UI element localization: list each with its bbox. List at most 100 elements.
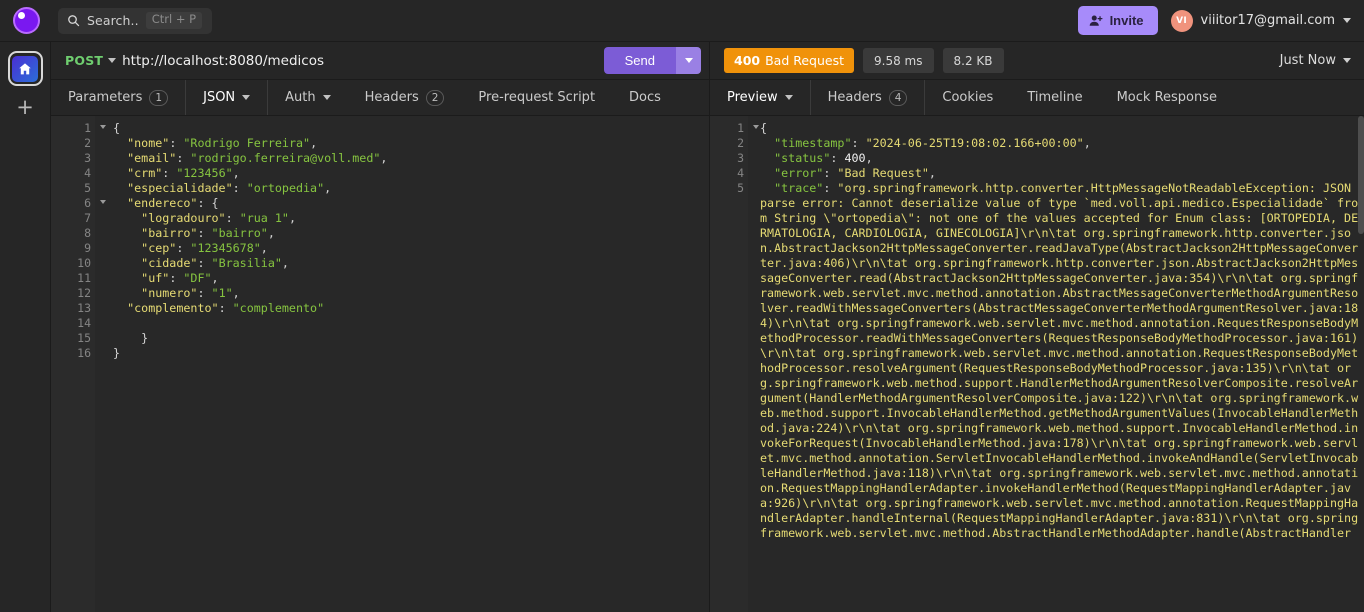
response-timing-label: Just Now (1279, 53, 1336, 68)
response-time: 9.58 ms (863, 48, 934, 73)
search-shortcut-hint: Ctrl + P (145, 12, 203, 29)
line-number: 7 (84, 211, 91, 225)
line-number: 8 (84, 226, 91, 240)
line-number: 11 (77, 271, 91, 285)
tab-badge: 4 (888, 89, 908, 106)
response-body-viewer[interactable]: 12345 { "timestamp": "2024-06-25T19:08:0… (710, 116, 1364, 612)
api-client-window: Search.. Ctrl + P Invite VI viiitor17@gm… (0, 0, 1364, 612)
tab-label: Parameters (68, 90, 143, 105)
add-collection-button[interactable]: + (16, 97, 34, 118)
chevron-down-icon (1343, 18, 1351, 23)
request-response-split: POST http://localhost:8080/medicos Send … (51, 42, 1364, 612)
tab-label: Mock Response (1116, 90, 1218, 105)
tab-label: Auth (285, 90, 316, 105)
line-number: 14 (77, 316, 91, 330)
status-text: Bad Request (765, 53, 845, 68)
tab-timeline[interactable]: Timeline (1010, 80, 1099, 115)
line-number: 13 (77, 301, 91, 315)
tab-parameters[interactable]: Parameters 1 (51, 80, 185, 115)
request-body-editor[interactable]: 1 2 3 4 5 6 7 8 9 10 11 12 13 14 15 16 { "nome": "Rodri… (51, 116, 709, 612)
tab-label: Timeline (1027, 90, 1083, 105)
chevron-down-icon (684, 58, 693, 63)
line-number: 4 (84, 166, 91, 180)
line-number: 15 (77, 331, 91, 345)
line-number: 3 (737, 151, 744, 165)
thunder-client-logo-icon (12, 7, 40, 34)
account-menu[interactable]: VI viiitor17@gmail.com (1170, 9, 1351, 32)
send-button-group: Send (603, 47, 701, 74)
tab-preview[interactable]: Preview (710, 80, 810, 115)
tab-cookies[interactable]: Cookies (924, 80, 1010, 115)
home-tile (12, 55, 38, 82)
tab-pre-request-script[interactable]: Pre-request Script (461, 80, 612, 115)
tab-label: Pre-request Script (478, 90, 596, 105)
response-size: 8.2 KB (942, 48, 1004, 73)
avatar: VI (1170, 9, 1193, 32)
sidebar-item-home[interactable] (7, 51, 43, 86)
fold-arrow-icon[interactable] (100, 125, 106, 129)
line-number: 1 (710, 121, 759, 136)
line-number: 5 (84, 181, 91, 195)
response-status-bar: 400 Bad Request 9.58 ms 8.2 KB Just Now (710, 42, 1364, 80)
app-header: Search.. Ctrl + P Invite VI viiitor17@gm… (0, 0, 1364, 42)
request-pane: POST http://localhost:8080/medicos Send … (51, 42, 710, 612)
response-scrollbar[interactable] (1358, 116, 1364, 612)
fold-arrow-icon[interactable] (753, 125, 759, 129)
line-number: 9 (84, 241, 91, 255)
chevron-down-icon (784, 95, 793, 100)
line-number: 16 (77, 346, 91, 360)
status-code: 400 (734, 53, 761, 68)
fold-arrow-icon[interactable] (100, 200, 106, 204)
tab-docs[interactable]: Docs (612, 80, 678, 115)
request-line-numbers: 1 2 3 4 5 6 7 8 9 10 11 12 13 14 15 16 (51, 116, 106, 612)
invite-button-label: Invite (1109, 13, 1144, 28)
tab-badge: 2 (425, 89, 445, 106)
url-input[interactable]: http://localhost:8080/medicos (122, 53, 596, 69)
tab-headers[interactable]: Headers 2 (348, 80, 462, 115)
send-button[interactable]: Send (603, 47, 676, 74)
tab-label: Preview (727, 90, 778, 105)
response-line-numbers: 12345 (710, 116, 759, 612)
tab-json[interactable]: JSON (185, 80, 267, 115)
chevron-down-icon (322, 95, 331, 100)
tab-auth[interactable]: Auth (267, 80, 347, 115)
url-bar: POST http://localhost:8080/medicos Send (51, 42, 709, 80)
chevron-down-icon[interactable] (108, 58, 117, 63)
send-options-button[interactable] (676, 47, 701, 74)
line-number: 3 (84, 151, 91, 165)
search-placeholder: Search.. (87, 13, 139, 28)
invite-button[interactable]: Invite (1077, 6, 1158, 35)
app-body: + POST http://localhost:8080/medicos Sen… (0, 42, 1364, 612)
http-method-selector[interactable]: POST (65, 53, 103, 68)
line-number: 1 (51, 121, 106, 136)
search-icon (68, 15, 80, 27)
line-number: 4 (737, 166, 744, 180)
line-number: 10 (77, 256, 91, 270)
tab-label: Docs (629, 90, 661, 105)
app-logo (0, 7, 52, 34)
request-tab-bar: Parameters 1 JSON Auth Headers 2 Pre-request S… (51, 80, 709, 116)
tab-badge: 1 (149, 89, 169, 106)
chevron-down-icon (242, 95, 251, 100)
account-email: viiitor17@gmail.com (1200, 13, 1335, 28)
tab-mock-response[interactable]: Mock Response (1100, 80, 1234, 115)
home-icon (19, 62, 31, 74)
tab-label: Headers (364, 90, 419, 105)
response-scrollbar-thumb[interactable] (1358, 116, 1364, 234)
request-body-code[interactable]: { "nome": "Rodrigo Ferreira", "email": "… (95, 116, 709, 612)
tab-label: JSON (203, 90, 236, 105)
tab-headers[interactable]: Headers 4 (809, 80, 925, 115)
response-tab-bar: Preview Headers 4 Cookies Timeline Mock Respo… (710, 80, 1364, 116)
line-number: 6 (51, 196, 106, 211)
header-actions: Invite VI viiitor17@gmail.com (1077, 6, 1364, 35)
response-timing-selector[interactable]: Just Now (1280, 53, 1351, 68)
activity-rail: + (0, 42, 51, 612)
line-number: 2 (737, 136, 744, 150)
search-input[interactable]: Search.. Ctrl + P (58, 7, 213, 34)
line-number: 12 (77, 286, 91, 300)
add-person-icon (1089, 14, 1103, 26)
response-pane: 400 Bad Request 9.58 ms 8.2 KB Just Now … (710, 42, 1364, 612)
status-badge: 400 Bad Request (724, 48, 855, 73)
line-number: 5 (737, 181, 744, 195)
response-body-code[interactable]: { "timestamp": "2024-06-25T19:08:02.166+… (748, 116, 1364, 612)
